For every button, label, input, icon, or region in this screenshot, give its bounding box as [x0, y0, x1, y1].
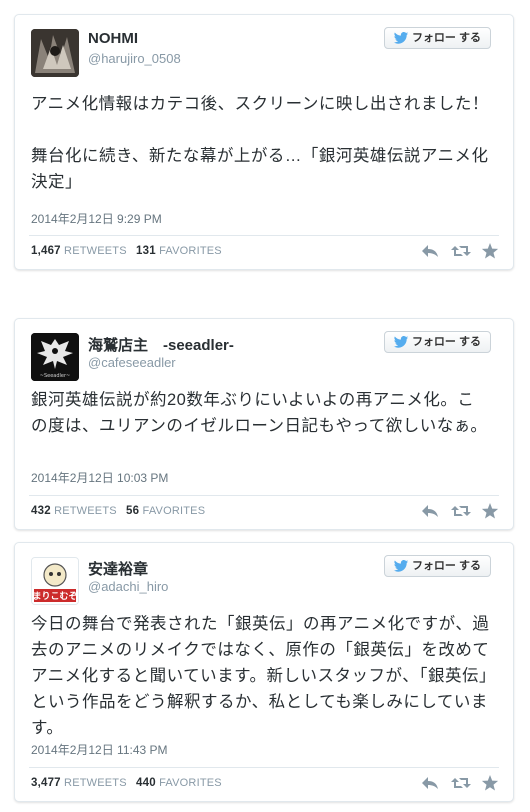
reply-icon[interactable]: [421, 775, 439, 791]
avatar-image: [31, 29, 79, 77]
favorites-label: FAVORITES: [142, 505, 206, 517]
tweet-stats: 1,467 RETWEETS 131 FAVORITES: [31, 245, 222, 257]
tweet-stats: 432 RETWEETS 56 FAVORITES: [31, 505, 205, 517]
user-handle[interactable]: @cafeseeadler: [88, 355, 176, 370]
svg-text:~Seeadler~: ~Seeadler~: [40, 373, 70, 379]
reply-icon[interactable]: [421, 243, 439, 259]
tweet-text: アニメ化情報はカテコ後、スクリーンに映し出されました！ 舞台化に続き、新たな幕が…: [31, 95, 489, 191]
user-handle[interactable]: @adachi_hiro: [88, 579, 168, 594]
tweet-text: 銀河英雄伝説が約20数年ぶりにいよいよの再アニメ化。この度は、ユリアンのイゼルロ…: [31, 391, 488, 435]
follow-button[interactable]: フォロー する: [383, 555, 491, 577]
retweet-icon[interactable]: [451, 243, 471, 259]
tweet-date[interactable]: 2014年2月12日 9:29 PM: [31, 210, 162, 227]
avatar-image: ~Seeadler~: [31, 333, 79, 381]
favorites-label: FAVORITES: [159, 245, 222, 257]
tweet-stats: 3,477 RETWEETS 440 FAVORITES: [31, 777, 222, 789]
retweets-label: RETWEETS: [54, 505, 117, 517]
divider: [29, 767, 499, 768]
svg-text:まりこむぞ: まりこむぞ: [32, 591, 77, 602]
avatar[interactable]: [31, 29, 79, 77]
twitter-bird-icon: [393, 336, 409, 348]
tweet-text: 今日の舞台で発表された「銀英伝」の再アニメ化ですが、過去のアニメのリメイクではな…: [31, 615, 490, 737]
tweet-card-2: ~Seeadler~ 海鷲店主 -seeadler- @cafeseeadler…: [14, 318, 514, 530]
retweets-label: RETWEETS: [64, 777, 127, 789]
retweet-icon[interactable]: [451, 775, 471, 791]
user-name[interactable]: 安達裕章: [88, 558, 148, 579]
twitter-bird-icon: [393, 32, 409, 44]
divider: [29, 235, 499, 236]
retweets-label: RETWEETS: [64, 245, 127, 257]
favorite-star-icon[interactable]: [481, 775, 499, 791]
tweet-actions: [421, 503, 499, 519]
follow-button[interactable]: フォロー する: [383, 331, 491, 353]
favorite-count[interactable]: 56: [126, 505, 139, 517]
retweet-icon[interactable]: [451, 503, 471, 519]
user-name[interactable]: NOHMI: [88, 30, 138, 47]
follow-label: フォロー する: [411, 336, 481, 348]
tweet-date[interactable]: 2014年2月12日 10:03 PM: [31, 469, 168, 486]
user-handle[interactable]: @harujiro_0508: [88, 51, 181, 66]
favorite-count[interactable]: 131: [136, 245, 156, 257]
retweet-count[interactable]: 432: [31, 505, 51, 517]
follow-label: フォロー する: [411, 32, 481, 44]
avatar-image: まりこむぞ: [32, 558, 78, 604]
user-name[interactable]: 海鷲店主 -seeadler-: [88, 334, 234, 355]
divider: [29, 495, 499, 496]
favorites-label: FAVORITES: [159, 777, 222, 789]
tweet-actions: [421, 775, 499, 791]
tweet-card-1: NOHMI @harujiro_0508 フォロー する アニメ化情報はカテコ後…: [14, 14, 514, 270]
avatar[interactable]: ~Seeadler~: [31, 333, 79, 381]
favorite-star-icon[interactable]: [481, 503, 499, 519]
tweet-card-3: まりこむぞ 安達裕章 @adachi_hiro フォロー する 今日の舞台で発表…: [14, 542, 514, 802]
avatar[interactable]: まりこむぞ: [31, 557, 79, 605]
twitter-bird-icon: [393, 560, 409, 572]
favorite-star-icon[interactable]: [481, 243, 499, 259]
favorite-count[interactable]: 440: [136, 777, 156, 789]
retweet-count[interactable]: 1,467: [31, 245, 61, 257]
tweet-actions: [421, 243, 499, 259]
tweet-date[interactable]: 2014年2月12日 11:43 PM: [31, 741, 168, 758]
retweet-count[interactable]: 3,477: [31, 777, 61, 789]
follow-label: フォロー する: [411, 560, 481, 572]
reply-icon[interactable]: [421, 503, 439, 519]
follow-button[interactable]: フォロー する: [383, 27, 491, 49]
